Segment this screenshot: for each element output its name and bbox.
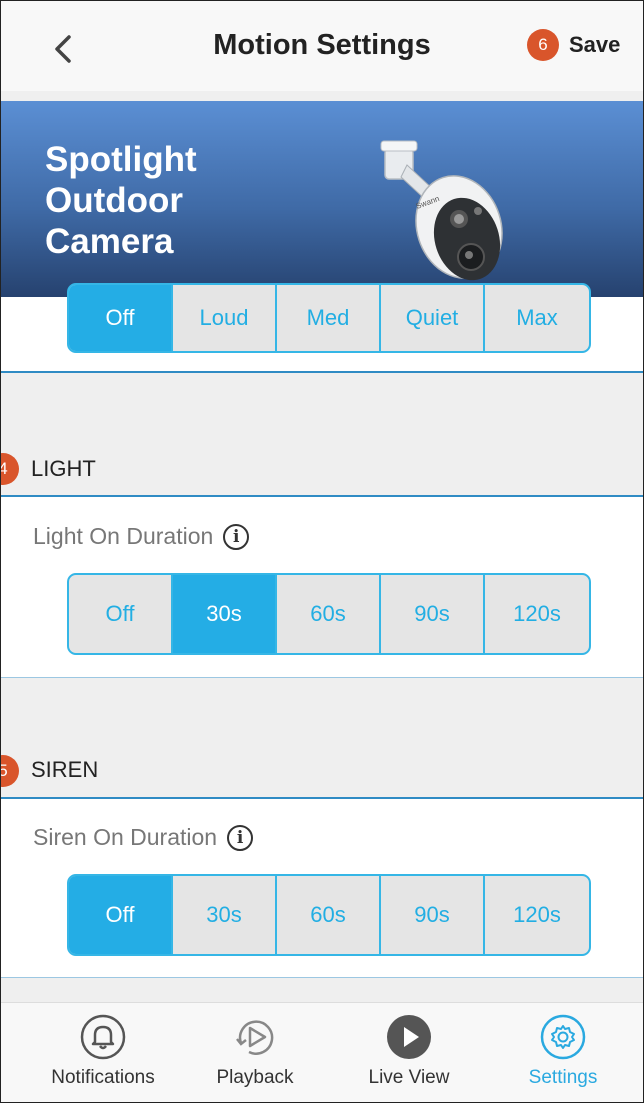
- volume-option[interactable]: Med: [277, 285, 381, 351]
- info-icon[interactable]: i: [223, 523, 250, 550]
- callout-badge-light: 4: [1, 453, 19, 485]
- light-option[interactable]: Off: [69, 575, 173, 653]
- nav-label: Live View: [368, 1067, 450, 1088]
- divider: [1, 371, 643, 373]
- siren-duration-row: Siren On Duration i: [33, 824, 254, 851]
- app-screen: Motion Settings 6 Save Spotlight Outdoor…: [0, 0, 644, 1103]
- siren-option[interactable]: 30s: [173, 876, 277, 954]
- light-option[interactable]: 90s: [381, 575, 485, 653]
- siren-option[interactable]: Off: [69, 876, 173, 954]
- light-option[interactable]: 30s: [173, 575, 277, 653]
- nav-label: Playback: [216, 1067, 294, 1088]
- light-duration-selector: Off 30s 60s 90s 120s: [67, 573, 591, 655]
- siren-duration-selector: Off 30s 60s 90s 120s: [67, 874, 591, 956]
- siren-option[interactable]: 60s: [277, 876, 381, 954]
- nav-item-playback[interactable]: Playback: [185, 1003, 325, 1102]
- product-banner: Spotlight Outdoor Camera Swann: [1, 101, 643, 297]
- play-icon: [387, 1015, 431, 1059]
- light-option[interactable]: 120s: [485, 575, 589, 653]
- top-bar: Motion Settings 6 Save: [1, 1, 643, 91]
- save-button[interactable]: Save: [569, 32, 620, 58]
- volume-option[interactable]: Off: [69, 285, 173, 351]
- siren-option[interactable]: 90s: [381, 876, 485, 954]
- gear-icon: [540, 1014, 586, 1060]
- nav-label: Notifications: [51, 1067, 155, 1088]
- light-duration-label: Light On Duration: [33, 523, 214, 549]
- product-title: Spotlight Outdoor Camera: [45, 140, 197, 261]
- volume-selector: Off Loud Med Quiet Max: [67, 283, 591, 353]
- callout-badge-save: 6: [527, 29, 559, 61]
- volume-option[interactable]: Quiet: [381, 285, 485, 351]
- nav-item-notifications[interactable]: Notifications: [33, 1003, 173, 1102]
- callout-badge-siren: 5: [1, 755, 19, 787]
- volume-option[interactable]: Max: [485, 285, 589, 351]
- divider: [1, 677, 643, 678]
- section-heading-siren: SIREN: [31, 757, 99, 782]
- light-option[interactable]: 60s: [277, 575, 381, 653]
- divider: [1, 977, 643, 978]
- nav-label: Settings: [528, 1067, 598, 1088]
- siren-duration-label: Siren On Duration: [33, 824, 218, 850]
- bell-icon: [80, 1014, 126, 1060]
- light-duration-row: Light On Duration i: [33, 523, 250, 550]
- siren-option[interactable]: 120s: [485, 876, 589, 954]
- playback-icon: [236, 1020, 274, 1055]
- bottom-nav: Notifications Playback Live View Setting…: [1, 1002, 643, 1102]
- section-heading-light: LIGHT: [31, 456, 96, 481]
- volume-option[interactable]: Loud: [173, 285, 277, 351]
- nav-item-live-view[interactable]: Live View: [339, 1003, 479, 1102]
- nav-item-settings[interactable]: Settings: [493, 1003, 633, 1102]
- camera-image: Swann: [380, 140, 503, 281]
- info-icon[interactable]: i: [227, 824, 254, 851]
